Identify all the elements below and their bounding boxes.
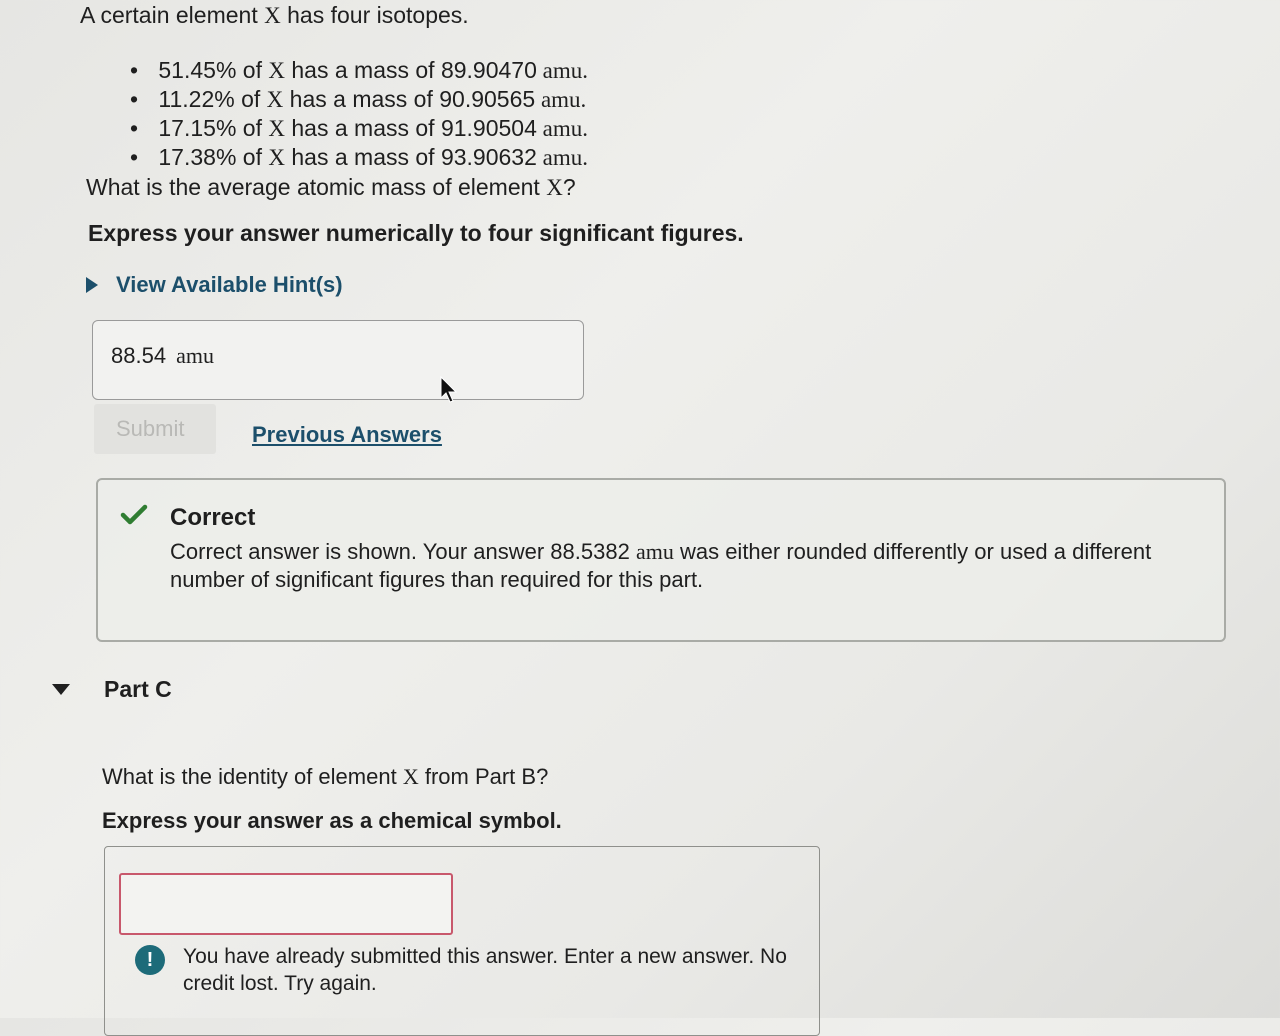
isotope-unit: amu. (536, 145, 588, 170)
view-hints-label: View Available Hint(s) (116, 272, 343, 297)
isotope-mid: has a mass of (284, 144, 441, 170)
isotope-mid: has a mass of (284, 57, 441, 83)
isotope-percent: 17.38% of (158, 144, 269, 170)
mouse-cursor-icon (440, 376, 458, 403)
answer-number: 88.54 (111, 343, 167, 368)
feedback-msg-pre: Correct answer is shown. Your answer (170, 539, 551, 564)
isotope-unit: amu. (536, 116, 588, 141)
part-c-toggle[interactable]: Part C (52, 676, 172, 703)
intro-text-post: has four isotopes. (280, 2, 469, 28)
exclamation-icon: ! (135, 945, 165, 975)
answer-instruction: Express your answer numerically to four … (88, 220, 744, 246)
submit-button[interactable]: Submit (94, 404, 216, 454)
isotope-item: 51.45% of X has a mass of 89.90470 amu. (130, 56, 588, 85)
isotope-mid: has a mass of (283, 86, 440, 112)
isotope-mass: 93.90632 (440, 144, 537, 170)
isotope-unit: amu. (535, 87, 587, 112)
question-post: ? (562, 174, 576, 200)
caret-down-icon (52, 684, 70, 695)
feedback-message: Correct answer is shown. Your answer 88.… (170, 538, 1180, 594)
isotope-percent: 51.45% of (158, 57, 269, 83)
part-c-answer-area: ! You have already submitted this answer… (104, 846, 820, 1036)
answer-value: 88.54 amu (111, 343, 214, 369)
view-hints-link[interactable]: View Available Hint(s) (86, 272, 343, 298)
problem-intro: A certain element X has four isotopes. (80, 2, 469, 29)
chemical-symbol-input[interactable] (119, 873, 453, 935)
isotope-item: 17.15% of X has a mass of 91.90504 amu. (130, 114, 588, 143)
isotope-mass: 91.90504 (440, 115, 537, 141)
question-text: What is the average atomic mass of eleme… (86, 174, 576, 201)
warning-message: You have already submitted this answer. … (183, 945, 787, 995)
intro-text-pre: A certain element (80, 2, 265, 28)
answer-unit: amu (176, 343, 214, 368)
question-pre: What is the average atomic mass of eleme… (86, 174, 547, 200)
isotope-percent: 17.15% of (158, 115, 269, 141)
part-c-question-pre: What is the identity of element (102, 764, 403, 789)
isotope-list: 51.45% of X has a mass of 89.90470 amu. … (130, 56, 588, 172)
isotope-unit: amu. (536, 58, 588, 83)
feedback-title: Correct (170, 504, 256, 531)
feedback-box: Correct Correct answer is shown. Your an… (96, 478, 1226, 642)
isotope-mass: 89.90470 (440, 57, 537, 83)
isotope-mid: has a mass of (284, 115, 441, 141)
checkmark-icon (120, 504, 148, 525)
part-c-label: Part C (104, 676, 172, 702)
question-var: X (546, 175, 563, 200)
part-c-question-var: X (402, 764, 419, 789)
isotope-var: X (266, 87, 284, 112)
isotope-item: 17.38% of X has a mass of 93.90632 amu. (130, 143, 588, 172)
part-c-instruction: Express your answer as a chemical symbol… (102, 808, 562, 833)
isotope-item: 11.22% of X has a mass of 90.90565 amu. (130, 85, 588, 114)
feedback-msg-value: 88.5382 (550, 539, 630, 564)
isotope-percent: 11.22% of (158, 86, 267, 112)
isotope-var: X (268, 58, 285, 83)
part-c-question: What is the identity of element X from P… (102, 764, 548, 790)
isotope-var: X (268, 145, 285, 170)
isotope-var: X (268, 116, 285, 141)
answer-input[interactable]: 88.54 amu (92, 320, 584, 400)
intro-element-var: X (264, 3, 281, 28)
previous-answers-link[interactable]: Previous Answers (252, 422, 442, 448)
caret-right-icon (86, 277, 98, 293)
part-c-question-post: from Part B? (418, 764, 549, 789)
isotope-mass: 90.90565 (439, 86, 536, 112)
feedback-msg-unit: amu (635, 539, 674, 564)
